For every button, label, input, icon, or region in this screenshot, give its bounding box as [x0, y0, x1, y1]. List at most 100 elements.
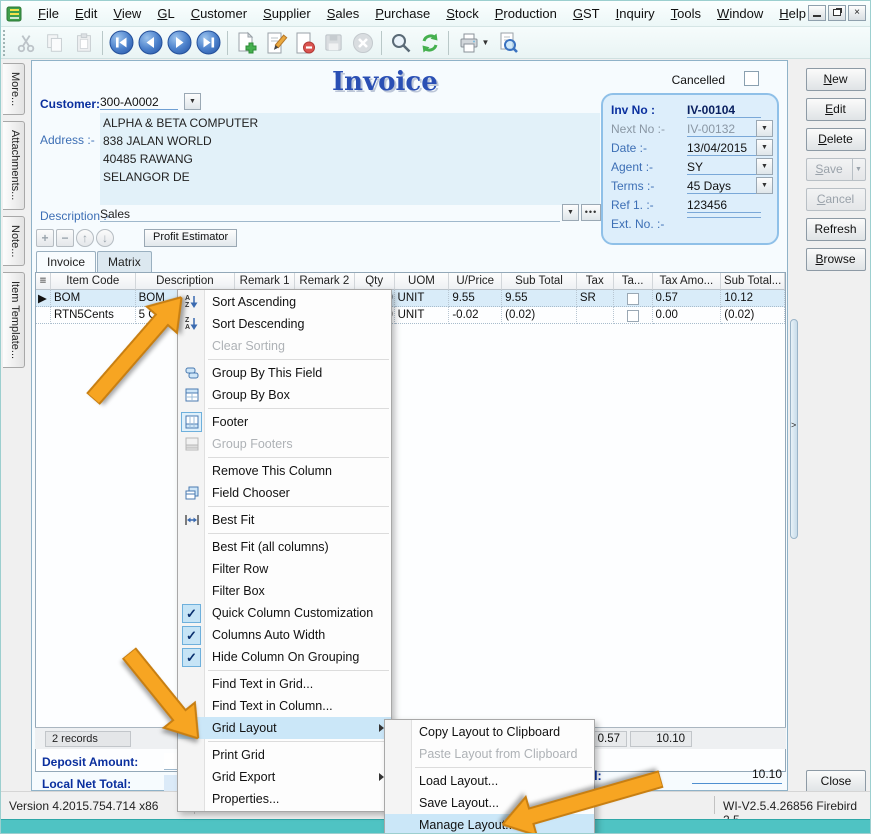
tab-invoice[interactable]: Invoice: [36, 251, 96, 272]
panel-splitter[interactable]: >: [790, 319, 798, 539]
menu-item-group-by-box[interactable]: Group By Box: [178, 384, 391, 406]
sidebar-tab-note[interactable]: Note...: [3, 216, 25, 266]
menu-item-footer[interactable]: Footer: [178, 411, 391, 433]
description-field[interactable]: Sales: [100, 207, 560, 222]
move-up-button[interactable]: ↑: [76, 229, 94, 247]
menu-item-copy-layout[interactable]: Copy Layout to Clipboard: [385, 721, 594, 743]
sidebar-tab-more[interactable]: More...: [3, 63, 25, 115]
preview-button[interactable]: [493, 29, 522, 57]
col-tax-inclusive[interactable]: Ta...: [614, 273, 653, 290]
col-uom[interactable]: UOM: [395, 273, 450, 290]
menu-item-find-text-in-grid[interactable]: Find Text in Grid...: [178, 673, 391, 695]
menu-gl[interactable]: GL: [149, 3, 182, 24]
menu-gst[interactable]: GST: [565, 3, 608, 24]
refresh-record-button[interactable]: Refresh: [806, 218, 866, 241]
cancel-button[interactable]: Cancel: [806, 188, 866, 211]
menu-sales[interactable]: Sales: [319, 3, 368, 24]
col-remark2[interactable]: Remark 2: [295, 273, 355, 290]
terms-dropdown[interactable]: ▼: [756, 177, 773, 194]
menu-item-grid-layout[interactable]: Grid Layout: [178, 717, 391, 739]
tax-inclusive-checkbox[interactable]: [627, 293, 639, 305]
edit-record-button[interactable]: [261, 29, 290, 57]
last-record-button[interactable]: [194, 29, 223, 57]
menu-item-remove-this-column[interactable]: Remove This Column: [178, 460, 391, 482]
cell-tax-inclusive[interactable]: [614, 290, 653, 307]
menu-item-load-layout[interactable]: Load Layout...: [385, 770, 594, 792]
sidebar-tab-attachments[interactable]: Attachments...: [3, 121, 25, 209]
customer-code-field[interactable]: 300-A0002: [100, 95, 178, 110]
next-no-dropdown[interactable]: ▼: [756, 120, 773, 137]
menu-supplier[interactable]: Supplier: [255, 3, 319, 24]
column-chooser-icon[interactable]: ≡: [36, 273, 51, 290]
menu-item-best-fit[interactable]: Best Fit: [178, 509, 391, 531]
ext-no-value[interactable]: [687, 217, 761, 218]
cell-subtotal[interactable]: 9.55: [502, 290, 577, 307]
menu-item-manage-layout[interactable]: Manage Layout...: [385, 814, 594, 834]
cell-tax-amount[interactable]: 0.00: [653, 307, 722, 324]
menu-item-sort-ascending[interactable]: AZSort Ascending: [178, 291, 391, 313]
paste-button[interactable]: [69, 29, 98, 57]
cell-tax[interactable]: SR: [577, 290, 614, 307]
cut-button[interactable]: [11, 29, 40, 57]
col-subtotal-with-tax[interactable]: Sub Total...: [721, 273, 785, 290]
cell-tax-inclusive[interactable]: [614, 307, 653, 324]
menu-item-print-grid[interactable]: Print Grid: [178, 744, 391, 766]
tax-inclusive-checkbox[interactable]: [627, 310, 639, 322]
print-dropdown-icon[interactable]: ▼: [482, 38, 490, 47]
first-record-button[interactable]: [107, 29, 136, 57]
col-uprice[interactable]: U/Price: [449, 273, 502, 290]
save-toolbar-button[interactable]: [319, 29, 348, 57]
cell-tax[interactable]: [577, 307, 614, 324]
print-button[interactable]: ▼: [453, 29, 493, 57]
table-row[interactable]: RTN5Cents 5 Cents Ro 1.0000 UNIT -0.02 (…: [36, 307, 785, 324]
close-window-button[interactable]: ×: [848, 5, 866, 21]
col-qty[interactable]: Qty: [355, 273, 395, 290]
menu-file[interactable]: File: [30, 3, 67, 24]
customer-dropdown-button[interactable]: ▼: [184, 93, 201, 110]
menu-window[interactable]: Window: [709, 3, 771, 24]
browse-button[interactable]: Browse: [806, 248, 866, 271]
terms-value[interactable]: 45 Days: [687, 179, 761, 194]
menu-item-hide-column-on-grouping[interactable]: ✓Hide Column On Grouping: [178, 646, 391, 668]
description-dropdown[interactable]: ▼: [562, 204, 579, 221]
refresh-button[interactable]: [415, 29, 444, 57]
cell-uprice[interactable]: -0.02: [449, 307, 502, 324]
col-subtotal[interactable]: Sub Total: [502, 273, 577, 290]
move-down-button[interactable]: ↓: [96, 229, 114, 247]
new-record-button[interactable]: [232, 29, 261, 57]
agent-dropdown[interactable]: ▼: [756, 158, 773, 175]
col-remark1[interactable]: Remark 1: [235, 273, 295, 290]
menu-item-group-by-this-field[interactable]: Group By This Field: [178, 362, 391, 384]
delete-button[interactable]: Delete: [806, 128, 866, 151]
menu-item-save-layout[interactable]: Save Layout...: [385, 792, 594, 814]
new-button[interactable]: New: [806, 68, 866, 91]
tab-matrix[interactable]: Matrix: [97, 251, 152, 272]
menu-view[interactable]: View: [105, 3, 149, 24]
col-description[interactable]: Description: [136, 273, 236, 290]
previous-record-button[interactable]: [136, 29, 165, 57]
menu-stock[interactable]: Stock: [438, 3, 487, 24]
inv-no-value[interactable]: IV-00104: [687, 103, 761, 118]
save-dropdown-icon[interactable]: ▼: [852, 158, 866, 181]
search-button[interactable]: [386, 29, 415, 57]
menu-production[interactable]: Production: [487, 3, 565, 24]
menu-item-columns-auto-width[interactable]: ✓Columns Auto Width: [178, 624, 391, 646]
ref1-value[interactable]: 123456: [687, 198, 761, 213]
profit-estimator-button[interactable]: Profit Estimator: [144, 229, 237, 247]
minimize-button[interactable]: [808, 5, 826, 21]
next-record-button[interactable]: [165, 29, 194, 57]
menu-customer[interactable]: Customer: [183, 3, 255, 24]
col-item-code[interactable]: Item Code: [51, 273, 136, 290]
menu-purchase[interactable]: Purchase: [367, 3, 438, 24]
menu-item-grid-export[interactable]: Grid Export: [178, 766, 391, 788]
cell-subtotal-with-tax[interactable]: 10.12: [721, 290, 785, 307]
cell-tax-amount[interactable]: 0.57: [653, 290, 722, 307]
menu-item-properties[interactable]: Properties...: [178, 788, 391, 810]
splitter-expand-icon[interactable]: >: [791, 420, 796, 430]
table-row[interactable]: ▶ BOM BOM 1.0000 UNIT 9.55 9.55 SR 0.57 …: [36, 290, 785, 307]
date-value[interactable]: 13/04/2015: [687, 141, 761, 156]
menu-item-quick-column-customization[interactable]: ✓Quick Column Customization: [178, 602, 391, 624]
sidebar-tab-item-template[interactable]: Item Template...: [3, 272, 25, 368]
customer-address-block[interactable]: ALPHA & BETA COMPUTER 838 JALAN WORLD 40…: [100, 113, 600, 205]
description-more-button[interactable]: •••: [581, 204, 601, 221]
